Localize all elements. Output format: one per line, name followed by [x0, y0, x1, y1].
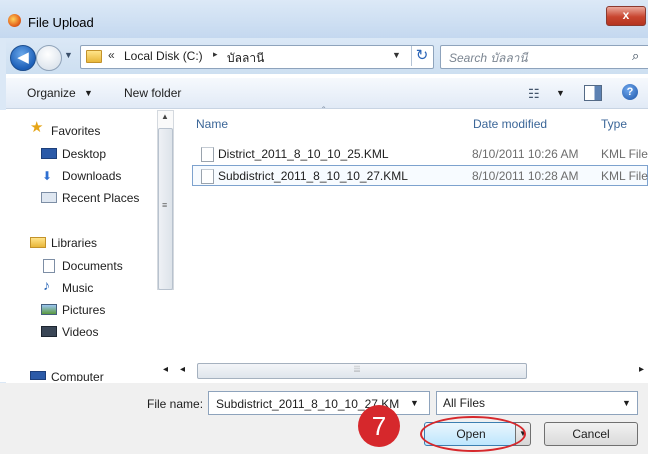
views-dropdown-icon[interactable]: ▼ [556, 88, 565, 98]
cancel-button[interactable]: Cancel [544, 422, 638, 446]
file-date-cell: 8/10/2011 10:28 AM [472, 169, 579, 183]
documents-icon [43, 259, 55, 273]
nav-item-videos[interactable]: Videos [62, 325, 98, 339]
column-header-date[interactable]: Date modified [473, 117, 547, 131]
preview-pane-icon[interactable] [584, 85, 602, 101]
title-bar [0, 0, 648, 38]
star-icon: ★ [30, 119, 44, 136]
downloads-icon: ⬇ [42, 169, 53, 183]
address-dropdown-icon[interactable]: ▼ [392, 50, 401, 60]
desktop-icon [41, 148, 57, 159]
file-name-dropdown-icon[interactable]: ▼ [410, 398, 419, 408]
scroll-grip-icon: ≡ [162, 200, 168, 210]
column-header-type[interactable]: Type [601, 117, 627, 131]
horizontal-scroll-thumb[interactable] [197, 363, 527, 379]
back-button[interactable]: ◀ [10, 45, 36, 71]
scroll-left-icon[interactable]: ◂ [163, 364, 168, 375]
scroll-left-icon[interactable]: ◂ [180, 364, 185, 375]
file-name-cell[interactable]: Subdistrict_2011_8_10_10_27.KML [218, 169, 408, 183]
highlight-ellipse [420, 416, 526, 452]
new-folder-button[interactable]: New folder [124, 86, 181, 100]
address-segment-folder[interactable]: บัลลานี [227, 49, 264, 68]
history-dropdown-icon[interactable]: ▼ [64, 50, 73, 60]
file-date-cell: 8/10/2011 10:26 AM [472, 147, 579, 161]
step-number-badge: 7 [358, 405, 400, 447]
forward-button[interactable] [36, 45, 62, 71]
kml-file-icon [201, 147, 214, 162]
pictures-icon [41, 304, 57, 315]
scroll-grip-icon: ⦙⦙⦙ [354, 364, 361, 374]
address-segment-local-disk[interactable]: Local Disk (C:) [124, 49, 203, 63]
nav-item-favorites[interactable]: Favorites [51, 124, 100, 138]
folder-icon [86, 50, 102, 63]
firefox-icon [8, 14, 21, 27]
nav-item-documents[interactable]: Documents [62, 259, 123, 273]
scroll-up-icon[interactable]: ▲ [161, 112, 169, 121]
scroll-right-icon[interactable]: ▸ [639, 364, 644, 375]
window-title: File Upload [28, 15, 94, 30]
nav-item-recent-places[interactable]: Recent Places [62, 191, 139, 205]
command-toolbar [0, 78, 648, 109]
videos-icon [41, 326, 57, 337]
address-separator-icon[interactable]: ▸ [213, 49, 218, 60]
filter-dropdown-icon[interactable]: ▼ [622, 398, 631, 408]
organize-dropdown-icon[interactable]: ▼ [84, 88, 93, 98]
file-name-cell[interactable]: District_2011_8_10_10_25.KML [218, 147, 389, 161]
organize-button[interactable]: Organize [27, 86, 76, 100]
nav-item-desktop[interactable]: Desktop [62, 147, 106, 161]
close-button[interactable]: x [606, 6, 646, 26]
address-overflow-icon[interactable]: « [108, 48, 115, 62]
file-type-filter-value[interactable]: All Files [443, 396, 485, 410]
file-type-cell: KML File [601, 147, 648, 161]
refresh-button[interactable]: ↻ [411, 46, 432, 66]
nav-item-libraries[interactable]: Libraries [51, 236, 97, 250]
nav-item-downloads[interactable]: Downloads [62, 169, 121, 183]
recent-places-icon [41, 192, 57, 203]
libraries-icon [30, 237, 46, 248]
kml-file-icon [201, 169, 214, 184]
music-icon: ♪ [43, 277, 50, 293]
nav-item-computer[interactable]: Computer [51, 370, 104, 381]
nav-item-music[interactable]: Music [62, 281, 93, 295]
help-icon[interactable]: ? [622, 84, 638, 100]
search-placeholder: Search บัลลานี [449, 51, 528, 65]
sort-ascending-icon: ˆ [322, 106, 326, 117]
file-name-label: File name: [147, 397, 204, 411]
nav-item-pictures[interactable]: Pictures [62, 303, 105, 317]
file-type-cell: KML File [601, 169, 648, 183]
search-icon[interactable]: ⌕ [632, 48, 639, 64]
column-header-name[interactable]: Name [196, 117, 228, 131]
views-icon[interactable]: ☷ [528, 86, 540, 102]
computer-icon [30, 371, 46, 380]
